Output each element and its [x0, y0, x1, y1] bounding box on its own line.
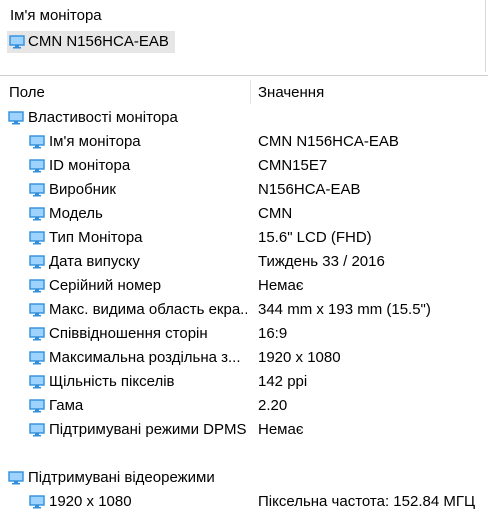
property-row-label: Модель — [49, 205, 103, 222]
monitor-icon — [29, 351, 45, 365]
column-divider[interactable] — [250, 80, 251, 104]
monitor-icon — [29, 135, 45, 149]
monitor-icon — [29, 375, 45, 389]
monitor-name-heading: Ім'я монітора — [10, 7, 102, 24]
property-row[interactable]: Модель CMN — [0, 202, 488, 226]
property-row-value: Тиждень 33 / 2016 — [258, 253, 385, 270]
monitor-icon — [29, 159, 45, 173]
property-row-value: CMN — [258, 205, 293, 222]
property-row-value: N156HCA-EAB — [258, 181, 361, 198]
selected-monitor-name: CMN N156HCA-EAB — [28, 33, 169, 50]
property-row-value: 2.20 — [258, 397, 288, 414]
property-row-label: Гама — [49, 397, 84, 414]
property-row[interactable]: Підтримувані режими DPMS Немає — [0, 418, 488, 442]
property-row-value: 15.6" LCD (FHD) — [258, 229, 372, 246]
video-mode-row-value: Піксельна частота: 152.84 МГЦ — [258, 493, 476, 510]
monitor-icon — [29, 255, 45, 269]
section-video-modes-label: Підтримувані відеорежими — [28, 469, 215, 486]
video-mode-row[interactable]: 1920 x 1080 Піксельна частота: 152.84 МГЦ — [0, 490, 488, 514]
property-row-value: Немає — [258, 421, 304, 438]
property-row-label: Підтримувані режими DPMS — [49, 421, 247, 438]
property-row-label: Максимальна роздільна з... — [49, 349, 241, 366]
property-row[interactable]: Макс. видима область екра... 344 mm x 193… — [0, 298, 488, 322]
property-row-value: 1920 x 1080 — [258, 349, 341, 366]
property-row-value: Немає — [258, 277, 304, 294]
monitor-icon — [29, 183, 45, 197]
property-row-label: ID монітора — [49, 157, 131, 174]
property-row[interactable]: Співвідношення сторін 16:9 — [0, 322, 488, 346]
property-row-label: Макс. видима область екра... — [49, 301, 247, 318]
monitor-icon — [29, 327, 45, 341]
property-row-label: Ім'я монітора — [49, 133, 141, 150]
property-row-label: Серійний номер — [49, 277, 162, 294]
monitor-icon — [8, 111, 24, 125]
monitor-icon — [29, 231, 45, 245]
monitor-icon — [29, 399, 45, 413]
section-video-modes[interactable]: Підтримувані відеорежими — [0, 466, 488, 490]
column-header-value[interactable]: Значення — [258, 84, 324, 102]
video-mode-row-label: 1920 x 1080 — [49, 493, 132, 510]
monitor-icon — [29, 495, 45, 509]
property-row-value: 142 ppi — [258, 373, 308, 390]
property-row-value: 344 mm x 193 mm (15.5") — [258, 301, 431, 318]
property-row-label: Тип Монітора — [49, 229, 143, 246]
property-row[interactable]: Серійний номер Немає — [0, 274, 488, 298]
property-row-label: Виробник — [49, 181, 116, 198]
panel-divider — [0, 75, 488, 76]
column-header-field[interactable]: Поле — [9, 84, 45, 102]
property-row[interactable]: Ім'я монітора CMN N156HCA-EAB — [0, 130, 488, 154]
column-header: Поле Значення — [0, 78, 488, 106]
property-row-value: CMN N156HCA-EAB — [258, 133, 399, 150]
monitor-icon — [8, 471, 24, 485]
property-row-label: Співвідношення сторін — [49, 325, 208, 342]
monitor-icon — [29, 279, 45, 293]
property-row[interactable]: ID монітора CMN15E7 — [0, 154, 488, 178]
property-row[interactable]: Виробник N156HCA-EAB — [0, 178, 488, 202]
section-monitor-properties-label: Властивості монітора — [28, 109, 178, 126]
selected-monitor-item[interactable]: CMN N156HCA-EAB — [7, 31, 175, 53]
property-row[interactable]: Гама 2.20 — [0, 394, 488, 418]
property-row-label: Дата випуску — [49, 253, 140, 270]
property-row[interactable]: Дата випуску Тиждень 33 / 2016 — [0, 250, 488, 274]
monitor-icon — [9, 35, 25, 49]
property-row[interactable]: Тип Монітора 15.6" LCD (FHD) — [0, 226, 488, 250]
monitor-icon — [29, 303, 45, 317]
monitor-icon — [29, 207, 45, 221]
property-row-value: CMN15E7 — [258, 157, 328, 174]
property-row[interactable]: Максимальна роздільна з... 1920 x 1080 — [0, 346, 488, 370]
monitor-name-panel: Ім'я монітора CMN N156HCA-EAB — [2, 0, 486, 72]
property-row-value: 16:9 — [258, 325, 288, 342]
section-monitor-properties[interactable]: Властивості монітора — [0, 106, 488, 130]
property-row-label: Щільність пікселів — [49, 373, 175, 390]
property-row[interactable]: Щільність пікселів 142 ppi — [0, 370, 488, 394]
monitor-icon — [29, 423, 45, 437]
